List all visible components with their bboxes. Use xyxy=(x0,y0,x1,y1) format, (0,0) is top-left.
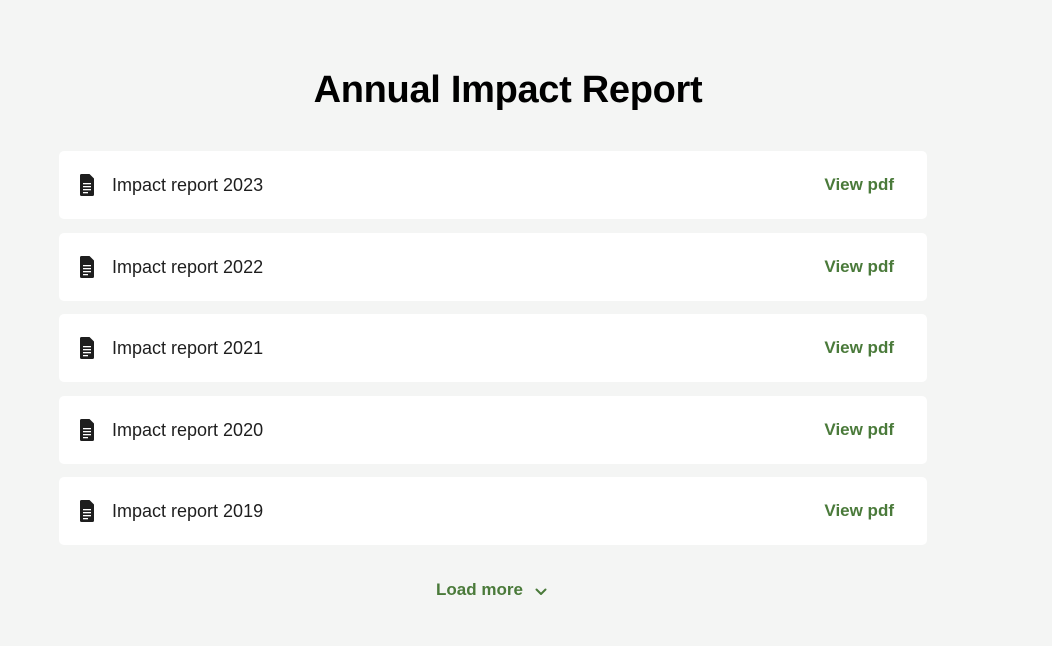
page-title: Annual Impact Report xyxy=(313,69,703,111)
document-icon xyxy=(80,418,94,441)
list-item: Impact report 2022 View pdf xyxy=(59,232,927,301)
document-icon xyxy=(80,337,94,359)
load-more-button[interactable]: Load more xyxy=(436,576,547,604)
list-item: Impact report 2023 View pdf xyxy=(59,151,927,219)
report-name: Impact report 2020 xyxy=(112,419,264,440)
list-item: Impact report 2019 View pdf xyxy=(59,477,927,545)
view-pdf-link[interactable]: View pdf xyxy=(824,233,894,301)
list-item: Impact report 2020 View pdf xyxy=(59,395,927,464)
report-list: Impact report 2023 View pdf Impact repor… xyxy=(59,151,927,559)
document-icon xyxy=(80,255,94,278)
document-icon xyxy=(80,174,94,196)
view-pdf-link[interactable]: View pdf xyxy=(824,314,894,382)
view-pdf-link[interactable]: View pdf xyxy=(824,151,894,219)
view-pdf-link[interactable]: View pdf xyxy=(824,396,894,464)
load-more-label: Load more xyxy=(436,580,523,599)
report-name: Impact report 2021 xyxy=(112,338,264,358)
report-name: Impact report 2023 xyxy=(112,175,264,195)
document-icon xyxy=(80,500,94,522)
chevron-down-icon xyxy=(535,588,547,595)
view-pdf-link[interactable]: View pdf xyxy=(824,477,894,545)
list-item: Impact report 2021 View pdf xyxy=(59,314,927,382)
report-name: Impact report 2019 xyxy=(112,501,264,521)
report-name: Impact report 2022 xyxy=(112,256,264,277)
